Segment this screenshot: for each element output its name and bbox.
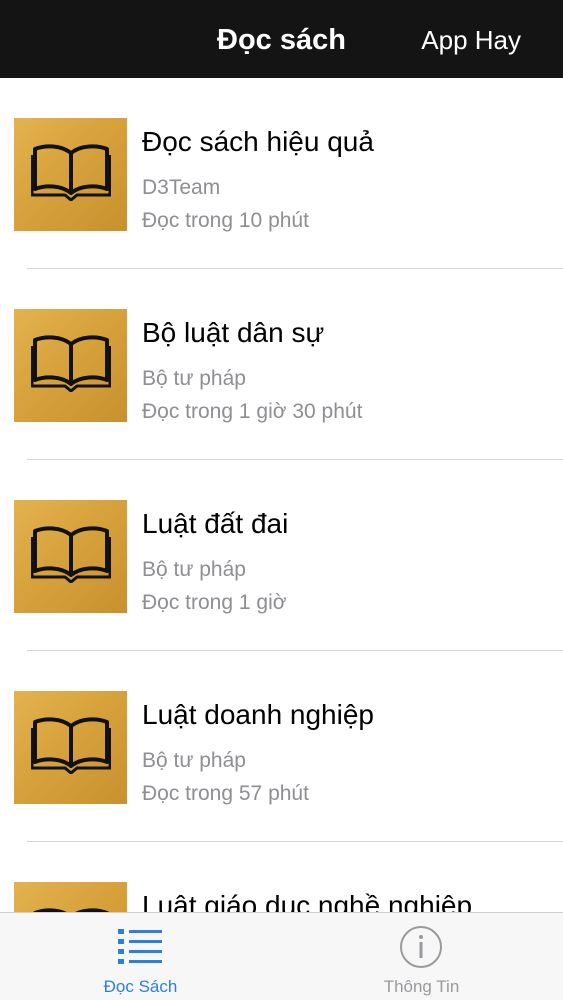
app-hay-button[interactable]: App Hay	[421, 0, 521, 78]
book-author: Bộ tư pháp	[142, 367, 246, 390]
open-book-icon	[33, 908, 109, 912]
book-list[interactable]: Đọc sách hiệu quả D3Team Đọc trong 10 ph…	[0, 78, 563, 912]
book-reading-time: Đọc trong 57 phút	[142, 782, 309, 805]
open-book-icon	[31, 144, 111, 201]
open-book-icon	[31, 335, 111, 392]
book-author: Bộ tư pháp	[142, 749, 246, 772]
open-book-icon	[31, 717, 111, 774]
tab-label: Thông Tin	[383, 977, 460, 996]
book-reading-time: Đọc trong 1 giờ 30 phút	[142, 400, 363, 423]
book-title: Luật giáo dục nghề nghiệp	[142, 890, 473, 912]
book-cover	[14, 691, 127, 804]
book-title: Luật đất đai	[142, 508, 289, 539]
navigation-bar: Đọc sách App Hay	[0, 0, 563, 78]
book-title: Luật doanh nghiệp	[142, 699, 374, 730]
book-item[interactable]: Luật doanh nghiệp Bộ tư pháp Đọc trong 5…	[0, 651, 563, 842]
book-author: D3Team	[142, 176, 221, 199]
book-cover	[14, 882, 127, 912]
tab-doc-sach[interactable]: Đọc Sách	[0, 913, 281, 1001]
book-author: Bộ tư pháp	[142, 558, 246, 581]
book-item[interactable]: Bộ luật dân sự Bộ tư pháp Đọc trong 1 gi…	[0, 269, 563, 460]
book-cover	[14, 309, 127, 422]
book-item[interactable]: Luật giáo dục nghề nghiệp	[0, 842, 563, 912]
book-cover	[14, 500, 127, 613]
book-title: Bộ luật dân sự	[142, 317, 325, 348]
book-reading-time: Đọc trong 1 giờ	[142, 591, 287, 614]
book-reading-time: Đọc trong 10 phút	[142, 209, 309, 232]
open-book-icon	[31, 526, 111, 583]
tab-bar: Đọc Sách Thông Tin	[0, 912, 563, 1000]
tab-label: Đọc Sách	[103, 977, 178, 996]
book-title: Đọc sách hiệu quả	[142, 126, 374, 157]
tab-thong-tin[interactable]: Thông Tin	[281, 913, 562, 1001]
list-icon	[118, 929, 162, 964]
book-item[interactable]: Luật đất đai Bộ tư pháp Đọc trong 1 giờ	[0, 460, 563, 651]
info-icon	[400, 926, 442, 968]
book-item[interactable]: Đọc sách hiệu quả D3Team Đọc trong 10 ph…	[0, 78, 563, 269]
book-cover	[14, 118, 127, 231]
